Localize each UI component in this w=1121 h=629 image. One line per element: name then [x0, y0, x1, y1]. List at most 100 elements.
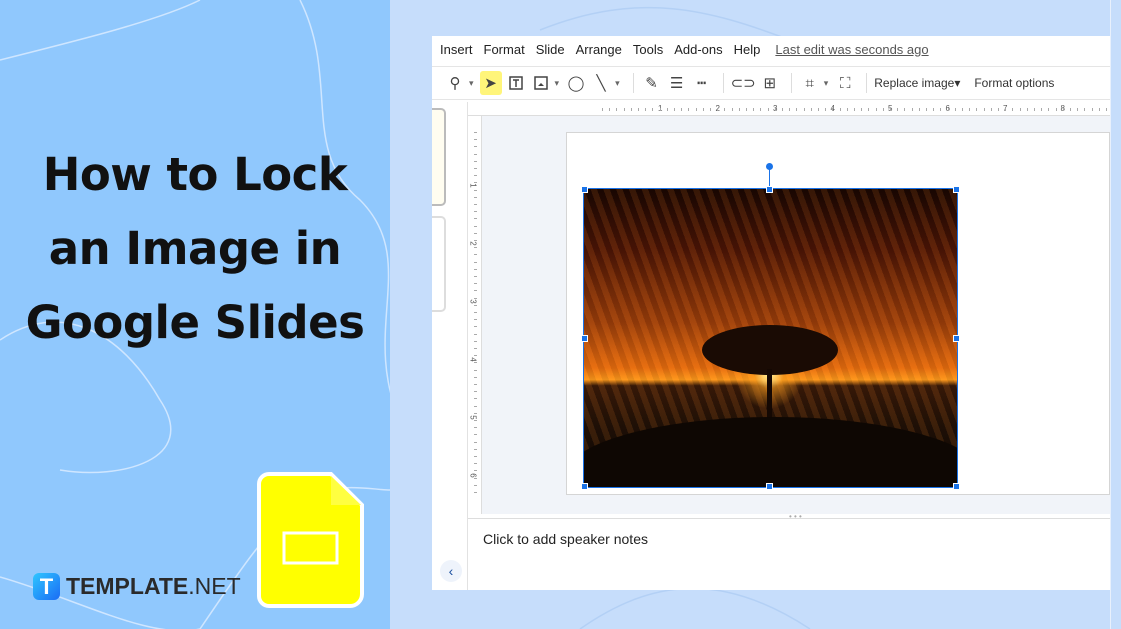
google-slides-icon: [257, 472, 364, 608]
ruler-tick: [474, 362, 477, 364]
ruler-tick: [846, 108, 848, 111]
image-icon[interactable]: [530, 71, 552, 95]
ruler-tick: [474, 319, 477, 321]
ruler-tick: [474, 160, 477, 162]
scrollbar[interactable]: [1110, 0, 1121, 629]
title-line: Google Slides: [25, 296, 365, 349]
ruler-tick: [474, 477, 477, 479]
slide-thumbnail-1[interactable]: [432, 108, 446, 206]
ruler-tick: [1106, 108, 1107, 111]
ruler-tick: [474, 484, 477, 486]
ruler-tick: [474, 196, 477, 198]
ruler-tick: [474, 218, 477, 220]
ruler-tick: [474, 312, 477, 313]
ruler-tick: [474, 463, 477, 465]
ruler-tick: [474, 283, 477, 285]
resize-handle[interactable]: [953, 483, 960, 490]
rotate-handle[interactable]: [766, 163, 773, 170]
image-dropdown[interactable]: ▾: [555, 78, 560, 89]
border-dash-icon[interactable]: ┅: [691, 71, 713, 95]
text-box-icon[interactable]: [505, 71, 527, 95]
ruler-tick: [998, 108, 999, 111]
resize-handle[interactable]: [581, 186, 588, 193]
ruler-tick: [1062, 108, 1064, 111]
ruler-tick: [681, 108, 683, 111]
ruler-tick: [616, 108, 618, 111]
menu-help[interactable]: Help: [734, 42, 761, 57]
ruler-tick: [474, 247, 477, 249]
last-edit-link[interactable]: Last edit was seconds ago: [775, 42, 928, 57]
slide-thumbnail-2[interactable]: [432, 216, 446, 312]
ruler-tick: [474, 153, 477, 155]
line-dropdown[interactable]: ▾: [615, 78, 620, 89]
menu-format[interactable]: Format: [484, 42, 525, 57]
ruler-tick: [1048, 108, 1050, 111]
ruler-tick: [474, 182, 477, 184]
add-comment-icon[interactable]: ⊞: [759, 71, 781, 95]
menu-add-ons[interactable]: Add-ons: [674, 42, 722, 57]
vertical-ruler: 123456: [468, 116, 482, 514]
crop-icon[interactable]: ⌗: [799, 71, 821, 95]
ruler-tick: [474, 355, 477, 357]
speaker-notes[interactable]: • • • Click to add speaker notes: [468, 512, 1110, 590]
ruler-tick: [782, 108, 783, 111]
ruler-tick: [1012, 108, 1014, 111]
google-slides-window: Insert Format Slide Arrange Tools Add-on…: [432, 36, 1110, 590]
ruler-tick: [1077, 108, 1079, 111]
ruler-tick: [474, 168, 477, 169]
ruler-tick: [832, 108, 834, 111]
ruler-tick: [474, 427, 477, 429]
ruler-tick: [474, 189, 477, 191]
divider: [632, 73, 634, 93]
ruler-tick: [474, 268, 477, 270]
toolbar: ⚲ ▾ ➤ ▾ ◯ ╲ ▾ ✎ ☰ ┅ ⊂⊃ ⊞ ⌗ ▾ ⛶ Replace imag…: [432, 66, 1110, 100]
border-weight-icon[interactable]: ☰: [666, 71, 688, 95]
resize-handle[interactable]: [766, 186, 773, 193]
ruler-tick: [602, 108, 603, 111]
ruler-tick: [659, 108, 661, 111]
selected-image[interactable]: [583, 188, 958, 488]
resize-handle[interactable]: [581, 335, 588, 342]
ruler-tick: [839, 108, 841, 111]
ruler-tick: [918, 108, 920, 111]
ruler-tick: [933, 108, 935, 111]
zoom-dropdown[interactable]: ▾: [469, 78, 474, 89]
reset-image-icon[interactable]: ⛶: [834, 71, 856, 95]
collapse-filmstrip-button[interactable]: ‹: [440, 560, 462, 582]
ruler-tick: [825, 108, 827, 111]
menu-insert[interactable]: Insert: [440, 42, 473, 57]
ruler-label: 3: [468, 299, 478, 304]
shape-icon[interactable]: ◯: [565, 71, 587, 95]
ruler-tick: [474, 139, 477, 141]
link-icon[interactable]: ⊂⊃: [731, 71, 756, 95]
ruler-tick: [738, 108, 740, 111]
zoom-icon[interactable]: ⚲: [444, 71, 466, 95]
horizontal-ruler: 123456789: [468, 102, 1110, 116]
ruler-tick: [474, 290, 477, 292]
ruler-tick: [474, 175, 477, 177]
ruler-tick: [474, 333, 477, 335]
ruler-tick: [796, 108, 798, 111]
resize-grip-icon[interactable]: • • •: [789, 512, 802, 521]
border-color-icon[interactable]: ✎: [641, 71, 663, 95]
crop-dropdown[interactable]: ▾: [824, 78, 829, 89]
resize-handle[interactable]: [953, 186, 960, 193]
ruler-tick: [609, 108, 611, 111]
ruler-tick: [990, 108, 992, 111]
ruler-tick: [474, 254, 477, 256]
ruler-tick: [474, 204, 477, 205]
menu-arrange[interactable]: Arrange: [576, 42, 622, 57]
format-options-button[interactable]: Format options: [974, 76, 1054, 90]
replace-image-button[interactable]: Replace image▾: [874, 76, 960, 90]
select-cursor-icon[interactable]: ➤: [479, 71, 502, 95]
resize-handle[interactable]: [581, 483, 588, 490]
template-net-logo: T TEMPLATE.NET: [33, 573, 241, 600]
line-icon[interactable]: ╲: [590, 71, 612, 95]
menu-slide[interactable]: Slide: [536, 42, 565, 57]
ruler-tick: [474, 441, 477, 443]
menu-tools[interactable]: Tools: [633, 42, 663, 57]
ruler-tick: [666, 108, 668, 111]
resize-handle[interactable]: [953, 335, 960, 342]
page-title: How to Lock an Image in Google Slides: [20, 138, 370, 360]
resize-handle[interactable]: [766, 483, 773, 490]
